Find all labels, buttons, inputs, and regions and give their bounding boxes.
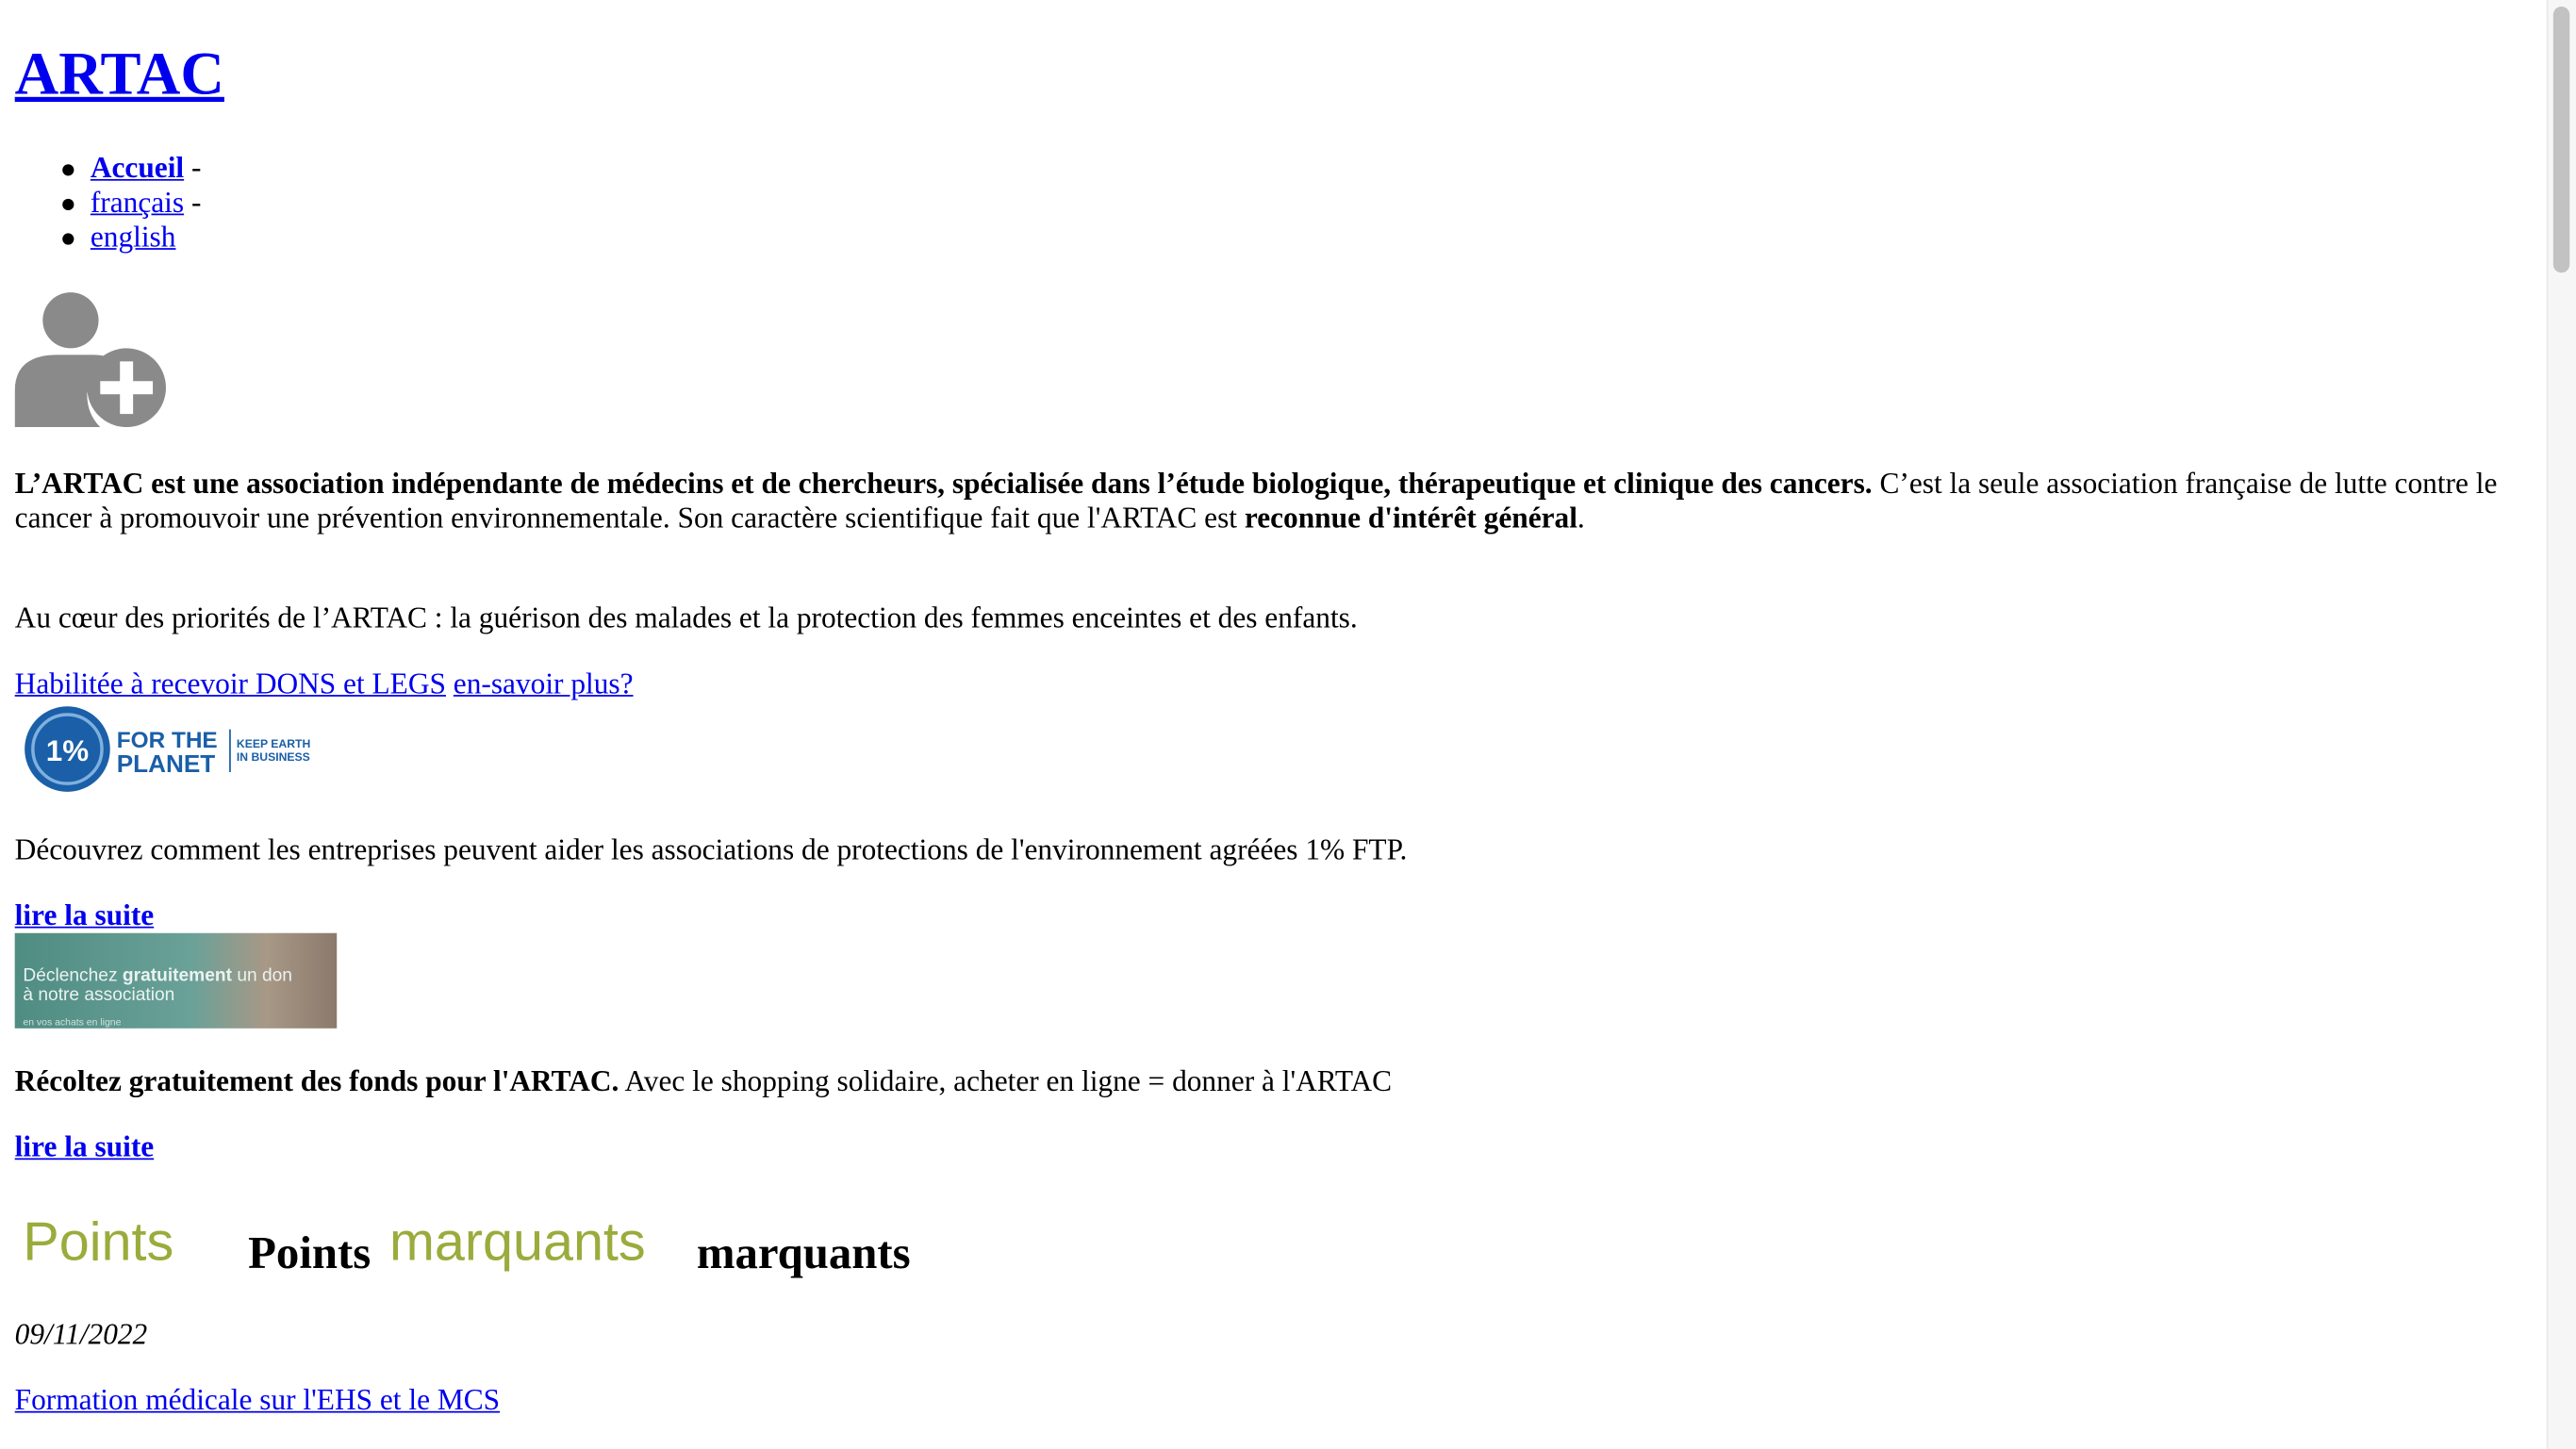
shopping-promo-banner[interactable]: Déclenchez gratuitement un don à notre as… — [14, 932, 338, 1029]
highlights-logo-text2: marquants — [388, 1210, 646, 1272]
nav-item-french: français - — [15, 186, 202, 221]
news-title-link[interactable]: Formation médicale sur l'EHS et le MCS — [15, 1383, 500, 1416]
ftp-logo-tag1: KEEP EARTH — [237, 737, 310, 750]
priorities-paragraph: Au cœur des priorités de l’ARTAC : la gu… — [14, 601, 1358, 634]
nav-separator: - — [184, 185, 202, 219]
intro-bold: L’ARTAC est une association indépendante… — [14, 466, 1873, 500]
nav-link-home[interactable]: Accueil — [91, 151, 184, 184]
intro-paragraph: L’ARTAC est une association indépendante… — [15, 467, 2545, 535]
highlights-logo-word1: Points — [23, 1209, 173, 1275]
banner-text-b: gratuitement — [122, 965, 232, 986]
nav-link-english[interactable]: english — [91, 220, 176, 253]
site-title-link[interactable]: ARTAC — [15, 41, 224, 108]
shopping-more-line: lire la suite — [15, 1130, 2545, 1165]
highlights-heading-word2: marquants — [696, 1228, 911, 1280]
user-head-shape — [42, 292, 99, 349]
banner-text-c: un don — [231, 965, 292, 986]
language-nav: Accueil - français - english — [15, 151, 202, 255]
news-date: 09/11/2022 — [14, 1317, 148, 1351]
nav-item-english: english — [15, 220, 202, 255]
shopping-read-more-link[interactable]: lire la suite — [15, 1130, 155, 1163]
highlights-logo-text1: Points — [23, 1210, 174, 1272]
intro-period: . — [1577, 501, 1585, 535]
plus-horizontal — [100, 381, 154, 395]
nav-separator: - — [184, 151, 202, 185]
ftp-logo-text2: PLANET — [117, 749, 216, 778]
user-add-icon[interactable] — [14, 289, 166, 428]
ftp-paragraph: Découvrez comment les entreprises peuven… — [14, 832, 1408, 866]
shopping-text: Avec le shopping solidaire, acheter en l… — [619, 1064, 1393, 1097]
ftp-logo-tag2: IN BUSINESS — [237, 750, 310, 764]
ftp-read-more-link[interactable]: lire la suite — [15, 898, 155, 931]
nav-link-french[interactable]: français — [91, 186, 184, 219]
shopping-bold: Récoltez gratuitement des fonds pour l'A… — [14, 1064, 619, 1097]
nav-item-home: Accueil - — [15, 151, 202, 186]
page: ARTAC Accueil - français - english L’ART… — [0, 0, 2576, 1449]
scrollbar-thumb[interactable] — [2552, 6, 2570, 273]
donations-line: Habilitée à recevoir DONS et LEGS en-sav… — [15, 667, 2545, 701]
learn-more-link[interactable]: en-savoir plus? — [454, 667, 634, 700]
banner-text-line2: à notre association — [23, 985, 175, 1006]
banner-small-text: en vos achats en ligne — [23, 1018, 122, 1029]
intro-bold-end: reconnue d'intérêt général — [1244, 501, 1577, 535]
news-item: Formation médicale sur l'EHS et le MCS — [15, 1383, 2545, 1418]
ftp-more-line: lire la suite — [15, 898, 2545, 933]
banner-text-a: Déclenchez — [23, 965, 123, 986]
highlights-logo-word2: marquants — [389, 1209, 646, 1275]
site-title: ARTAC — [15, 40, 224, 112]
shopping-paragraph: Récoltez gratuitement des fonds pour l'A… — [15, 1064, 2545, 1099]
ftp-logo-number: 1% — [46, 734, 89, 767]
one-percent-for-the-planet-logo[interactable]: 1% FOR THE PLANET KEEP EARTH IN BUSINESS — [15, 703, 338, 796]
donations-link[interactable]: Habilitée à recevoir DONS et LEGS — [15, 667, 446, 700]
highlights-heading-word1: Points — [248, 1228, 372, 1280]
banner-text: Déclenchez gratuitement un don à notre as… — [23, 966, 292, 1006]
